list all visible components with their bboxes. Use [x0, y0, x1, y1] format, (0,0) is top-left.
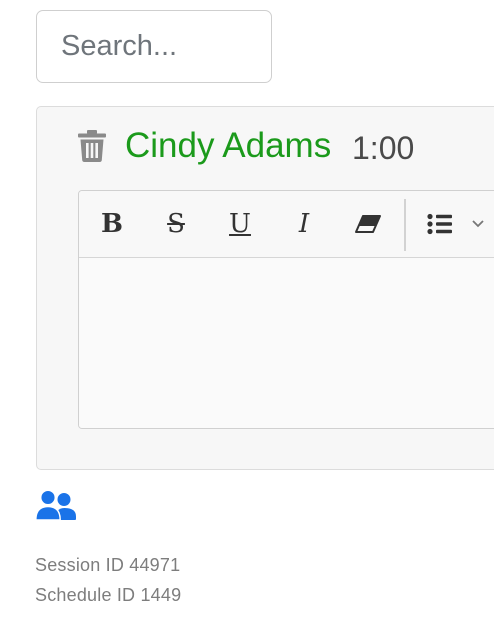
trash-icon[interactable] — [78, 130, 106, 162]
bold-icon: B — [101, 209, 123, 239]
toolbar-separator — [404, 199, 406, 251]
entry-name-link[interactable]: Cindy Adams — [125, 126, 331, 166]
underline-icon: U — [229, 209, 251, 239]
session-id: Session ID 44971 — [35, 555, 181, 575]
strikethrough-icon: S — [167, 209, 185, 239]
people-icon[interactable] — [35, 490, 77, 522]
italic-button[interactable]: I — [284, 205, 324, 243]
editor-toolbar: B S U I — [79, 191, 494, 258]
list-dropdown-icon — [427, 213, 484, 235]
editor-content[interactable] — [79, 258, 494, 428]
strikethrough-button[interactable]: S — [156, 205, 196, 243]
bold-button[interactable]: B — [92, 205, 132, 243]
entry-duration: 1:00 — [352, 130, 415, 166]
rich-text-editor: B S U I — [78, 190, 494, 429]
clear-format-button[interactable] — [348, 205, 388, 243]
search-input[interactable] — [36, 10, 272, 83]
list-dropdown-button[interactable] — [424, 205, 494, 243]
eraser-icon — [355, 215, 381, 233]
underline-button[interactable]: U — [220, 205, 260, 243]
schedule-id: Schedule ID 1449 — [35, 585, 182, 605]
italic-icon: I — [298, 209, 310, 239]
